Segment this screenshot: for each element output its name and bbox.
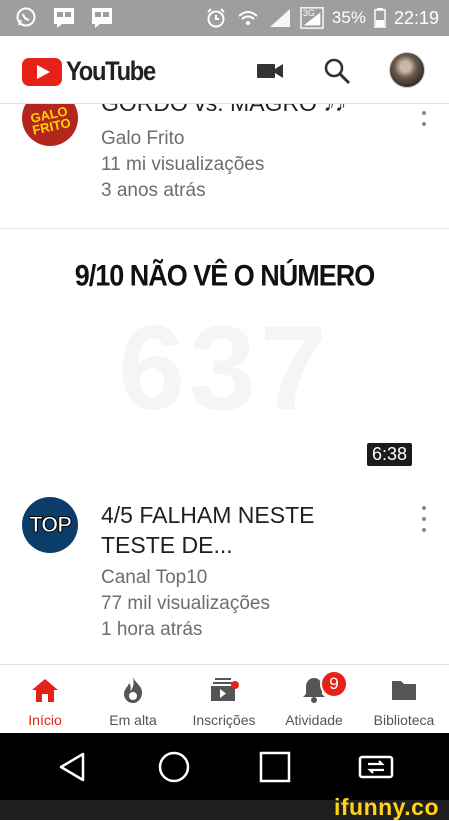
nav-label-trending: Em alta (109, 712, 157, 728)
clock: 22:19 (393, 7, 439, 28)
home-circle-icon[interactable] (156, 749, 192, 785)
wifi-icon (236, 7, 260, 29)
battery-icon (374, 7, 386, 29)
thumbnail-caption: 9/10 NÃO VÊ O NÚMERO (74, 259, 376, 293)
nav-label-subscriptions: Inscrições (192, 712, 256, 728)
youtube-play-icon (22, 57, 62, 86)
bottom-navigation: Início Em alta Inscrições Atividade Bibl… (0, 664, 449, 733)
camera-icon[interactable] (253, 54, 287, 88)
video-thumbnail[interactable]: 637 9/10 NÃO VÊ O NÚMERO 6:38 (0, 228, 449, 474)
nav-item-library[interactable]: Biblioteca (359, 665, 449, 734)
channel-avatar-text: TOP (29, 512, 73, 538)
youtube-logo[interactable]: YouTube (22, 56, 167, 87)
back-icon[interactable] (54, 749, 90, 785)
recents-icon[interactable] (257, 749, 293, 785)
nav-label-home: Início (28, 712, 62, 728)
message-icon (90, 6, 114, 28)
home-icon (0, 675, 90, 705)
ifunny-watermark: ifunny.co (333, 794, 439, 820)
signal-icon (268, 7, 292, 29)
notification-badge: 9 (320, 670, 348, 698)
message-icon (52, 6, 76, 28)
switch-apps-icon[interactable] (358, 749, 394, 785)
signal-icon: 3G (300, 7, 324, 29)
video-title-line2[interactable]: TESTE DE... (101, 530, 233, 560)
flame-icon (88, 675, 178, 705)
view-count: 77 mil visualizações (101, 593, 270, 614)
watermark-bar: ifunny.co (0, 794, 449, 820)
folder-icon (359, 675, 449, 705)
channel-avatar-top10[interactable]: TOP (22, 497, 78, 553)
account-avatar[interactable] (389, 52, 425, 88)
channel-name: Canal Top10 (101, 567, 208, 588)
search-icon[interactable] (320, 54, 354, 88)
nav-label-library: Biblioteca (373, 712, 435, 728)
system-navigation-bar (0, 733, 449, 800)
logo-text: YouTube (66, 56, 156, 86)
status-bar: 3G 35% 22:19 (0, 0, 449, 36)
channel-avatar-text: GALO FRITO (28, 103, 72, 138)
more-options-icon[interactable] (418, 506, 430, 532)
thumbnail-number: 637 (118, 301, 331, 435)
whatsapp-icon (14, 6, 38, 28)
upload-age: 1 hora atrás (101, 619, 203, 640)
video-duration: 6:38 (367, 443, 413, 466)
app-bar: YouTube (0, 36, 449, 104)
channel-name: Galo Frito (101, 128, 185, 149)
nav-item-subscriptions[interactable]: Inscrições (179, 665, 269, 734)
view-count: 11 mi visualizações (101, 154, 265, 175)
video-title-line1[interactable]: 4/5 FALHAM NESTE (101, 500, 314, 530)
battery-percent: 35% (331, 8, 366, 27)
network-type-label: 3G (302, 8, 315, 18)
upload-age: 3 anos atrás (101, 180, 206, 201)
subscriptions-icon (179, 675, 269, 705)
nav-item-home[interactable]: Início (0, 665, 90, 734)
nav-item-trending[interactable]: Em alta (88, 665, 178, 734)
nav-label-activity: Atividade (285, 712, 343, 728)
alarm-icon (204, 7, 228, 29)
